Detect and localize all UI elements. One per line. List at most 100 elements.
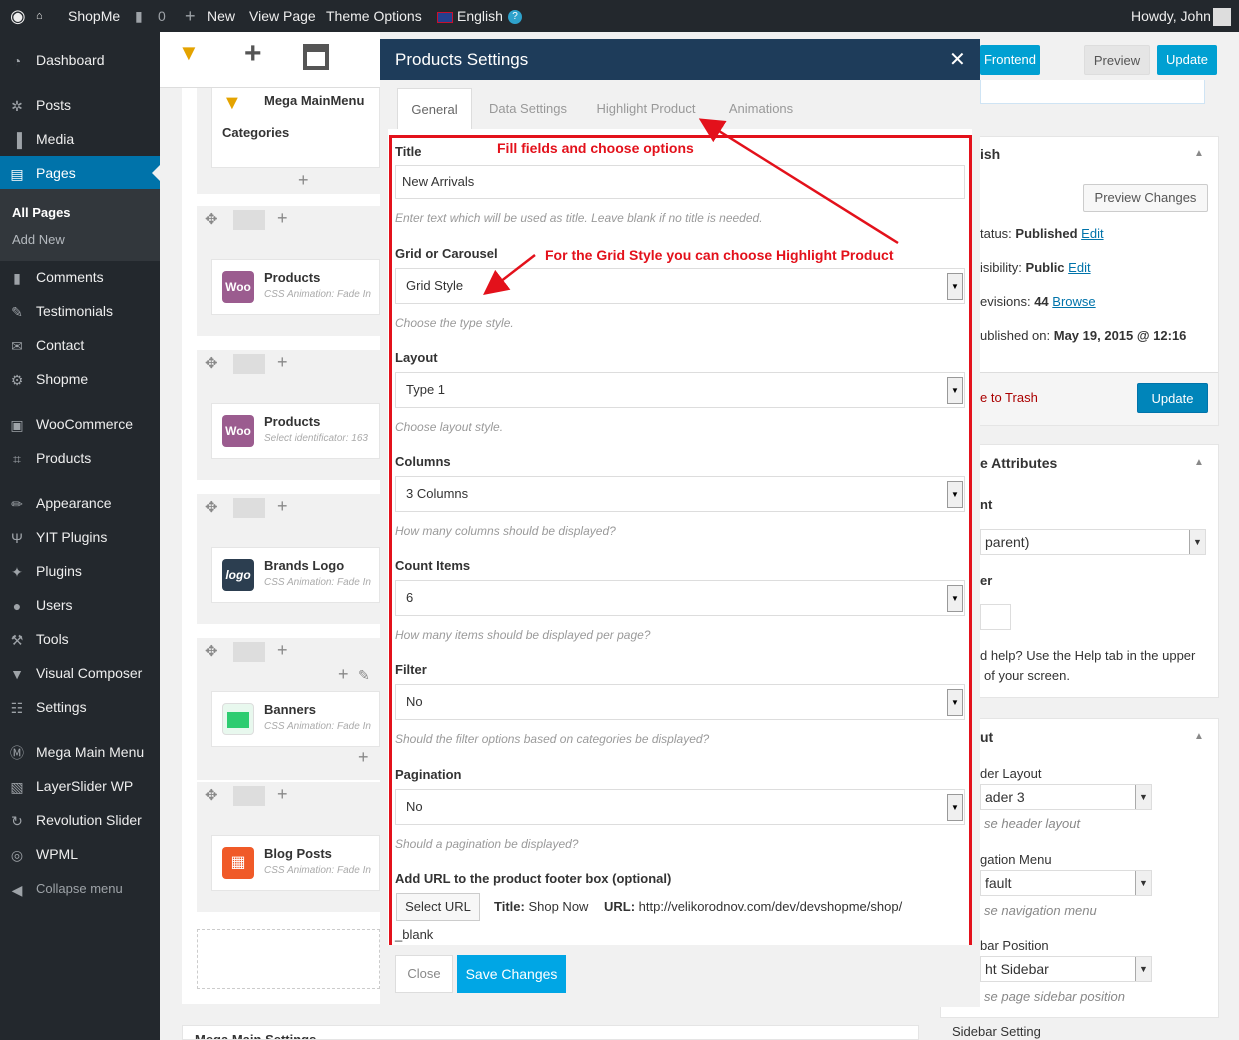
add-element-icon[interactable]: + [244, 37, 262, 71]
move-to-trash-link[interactable]: e to Trash [980, 390, 1038, 405]
chevron-down-icon: ▼ [1135, 785, 1151, 809]
columns-icon[interactable] [233, 786, 265, 806]
mega-main-settings-box[interactable]: Mega Main Settings [182, 1025, 919, 1040]
view-page-link[interactable]: View Page [249, 0, 316, 32]
blog-posts-element[interactable]: ▦ Blog Posts CSS Animation: Fade In [211, 835, 380, 891]
vc-logo-icon[interactable]: ▼ [178, 40, 200, 66]
wrench-icon: ⚒ [10, 632, 24, 648]
add-element-plus-icon[interactable]: + [298, 170, 309, 191]
tab-data-settings[interactable]: Data Settings [480, 88, 576, 129]
site-name-link[interactable]: ShopMe [68, 0, 120, 32]
edit-visibility-link[interactable]: Edit [1068, 260, 1090, 275]
menu-item-posts[interactable]: ✲ Posts [0, 88, 160, 122]
menu-item-revolution-slider[interactable]: ↻ Revolution Slider [0, 803, 160, 837]
menu-item-products[interactable]: ⌗ Products [0, 441, 160, 475]
admin-bar: ◉ ⌂ ShopMe ▮ 0 + New View Page Theme Opt… [0, 0, 1239, 32]
preview-button[interactable]: Preview [1084, 45, 1150, 75]
menu-item-yit-plugins[interactable]: Ψ YIT Plugins [0, 520, 160, 554]
gear-icon: ⚙ [10, 372, 24, 388]
tab-highlight-product[interactable]: Highlight Product [588, 88, 704, 129]
howdy-link[interactable]: Howdy, John [1131, 0, 1211, 32]
menu-item-media[interactable]: ▐ Media [0, 122, 160, 156]
menu-item-testimonials[interactable]: ✎ Testimonials [0, 294, 160, 328]
navigation-menu-label: gation Menu [980, 852, 1052, 867]
add-column-icon[interactable]: + [277, 352, 288, 373]
menu-item-mega-main-menu[interactable]: Ⓜ Mega Main Menu [0, 735, 160, 769]
frontend-button[interactable]: Frontend [980, 45, 1040, 75]
yit-icon: Ψ [11, 530, 23, 546]
move-icon[interactable]: ✥ [205, 498, 218, 516]
tab-general[interactable]: General [397, 88, 472, 129]
move-icon[interactable]: ✥ [205, 642, 218, 660]
grid-icon: ▦ [222, 847, 254, 879]
collapse-icon: ◀ [11, 882, 23, 898]
close-button[interactable]: Close [395, 955, 453, 993]
save-changes-button[interactable]: Save Changes [457, 955, 566, 993]
columns-icon[interactable] [233, 642, 265, 662]
mega-mainmenu-element[interactable]: ▼ Mega MainMenu Categories [211, 88, 380, 168]
menu-item-users[interactable]: ● Users [0, 588, 160, 622]
menu-item-pages[interactable]: ▤ Pages [0, 156, 160, 190]
banners-element[interactable]: Banners CSS Animation: Fade In [211, 691, 380, 747]
update-top-button[interactable]: Update [1157, 45, 1217, 75]
plus-icon[interactable]: + [185, 0, 196, 32]
menu-item-shopme[interactable]: ⚙ Shopme [0, 362, 160, 396]
columns-icon[interactable] [233, 498, 265, 518]
edit-pencil-icon[interactable]: ✎ [358, 667, 370, 684]
columns-icon[interactable] [233, 354, 265, 374]
templates-icon[interactable] [303, 44, 329, 70]
menu-item-tools[interactable]: ⚒ Tools [0, 622, 160, 656]
close-icon[interactable]: ✕ [949, 47, 966, 72]
collapse-arrow-icon[interactable]: ▲ [1194, 148, 1204, 159]
browse-revisions-link[interactable]: Browse [1052, 294, 1095, 309]
avatar[interactable] [1213, 0, 1231, 32]
new-link[interactable]: New [207, 0, 235, 32]
collapse-arrow-icon[interactable]: ▲ [1194, 731, 1204, 742]
columns-icon[interactable] [233, 210, 265, 230]
order-input[interactable] [980, 604, 1011, 630]
add-column-icon[interactable]: + [277, 640, 288, 661]
edit-status-link[interactable]: Edit [1081, 226, 1103, 241]
menu-item-wpml[interactable]: ◎ WPML [0, 837, 160, 871]
move-icon[interactable]: ✥ [205, 210, 218, 228]
comment-icon[interactable]: ▮ [135, 0, 143, 32]
tab-animations[interactable]: Animations [716, 88, 806, 129]
products-element[interactable]: Woo Products Select identificator: 163 [211, 403, 380, 459]
collapse-menu-button[interactable]: ◀ Collapse menu [0, 872, 160, 906]
menu-item-layerslider-wp[interactable]: ▧ LayerSlider WP [0, 769, 160, 803]
add-column-icon[interactable]: + [277, 784, 288, 805]
theme-options-link[interactable]: Theme Options [326, 0, 422, 32]
move-icon[interactable]: ✥ [205, 354, 218, 372]
help-icon[interactable]: ? [508, 0, 522, 32]
menu-item-woocommerce[interactable]: ▣ WooCommerce [0, 407, 160, 441]
menu-item-plugins[interactable]: ✦ Plugins [0, 554, 160, 588]
empty-row-placeholder[interactable] [197, 929, 380, 989]
preview-changes-button[interactable]: Preview Changes [1083, 184, 1208, 212]
revisions-row: evisions: 44 Browse [980, 294, 1096, 309]
language-link[interactable]: English [457, 0, 503, 32]
navigation-menu-select[interactable]: fault ▼ [980, 870, 1152, 896]
brands-logo-element[interactable]: logo Brands Logo CSS Animation: Fade In [211, 547, 380, 603]
add-element-plus-icon[interactable]: + [358, 747, 369, 768]
menu-item-comments[interactable]: ▮ Comments [0, 260, 160, 294]
comments-count[interactable]: 0 [158, 0, 166, 32]
wordpress-logo-icon[interactable]: ◉ [10, 0, 26, 32]
add-column-icon[interactable]: + [277, 496, 288, 517]
menu-item-settings[interactable]: ☷ Settings [0, 690, 160, 724]
parent-select[interactable]: parent) ▼ [980, 529, 1206, 555]
menu-item-appearance[interactable]: ✏ Appearance [0, 486, 160, 520]
products-element[interactable]: Woo Products CSS Animation: Fade In [211, 259, 380, 315]
move-icon[interactable]: ✥ [205, 786, 218, 804]
sidebar-position-select[interactable]: ht Sidebar ▼ [980, 956, 1152, 982]
menu-item-contact[interactable]: ✉ Contact [0, 328, 160, 362]
collapse-arrow-icon[interactable]: ▲ [1194, 457, 1204, 468]
submenu-add-new[interactable]: Add New [12, 232, 65, 247]
update-button[interactable]: Update [1137, 383, 1208, 413]
header-layout-select[interactable]: ader 3 ▼ [980, 784, 1152, 810]
menu-item-visual-composer[interactable]: ▼ Visual Composer [0, 656, 160, 690]
pin-icon: ✲ [11, 98, 23, 114]
menu-item-dashboard[interactable]: ◔ Dashboard [0, 43, 160, 77]
add-column-icon[interactable]: + [277, 208, 288, 229]
submenu-all-pages[interactable]: All Pages [12, 205, 71, 220]
add-element-plus-icon[interactable]: + [338, 664, 349, 685]
